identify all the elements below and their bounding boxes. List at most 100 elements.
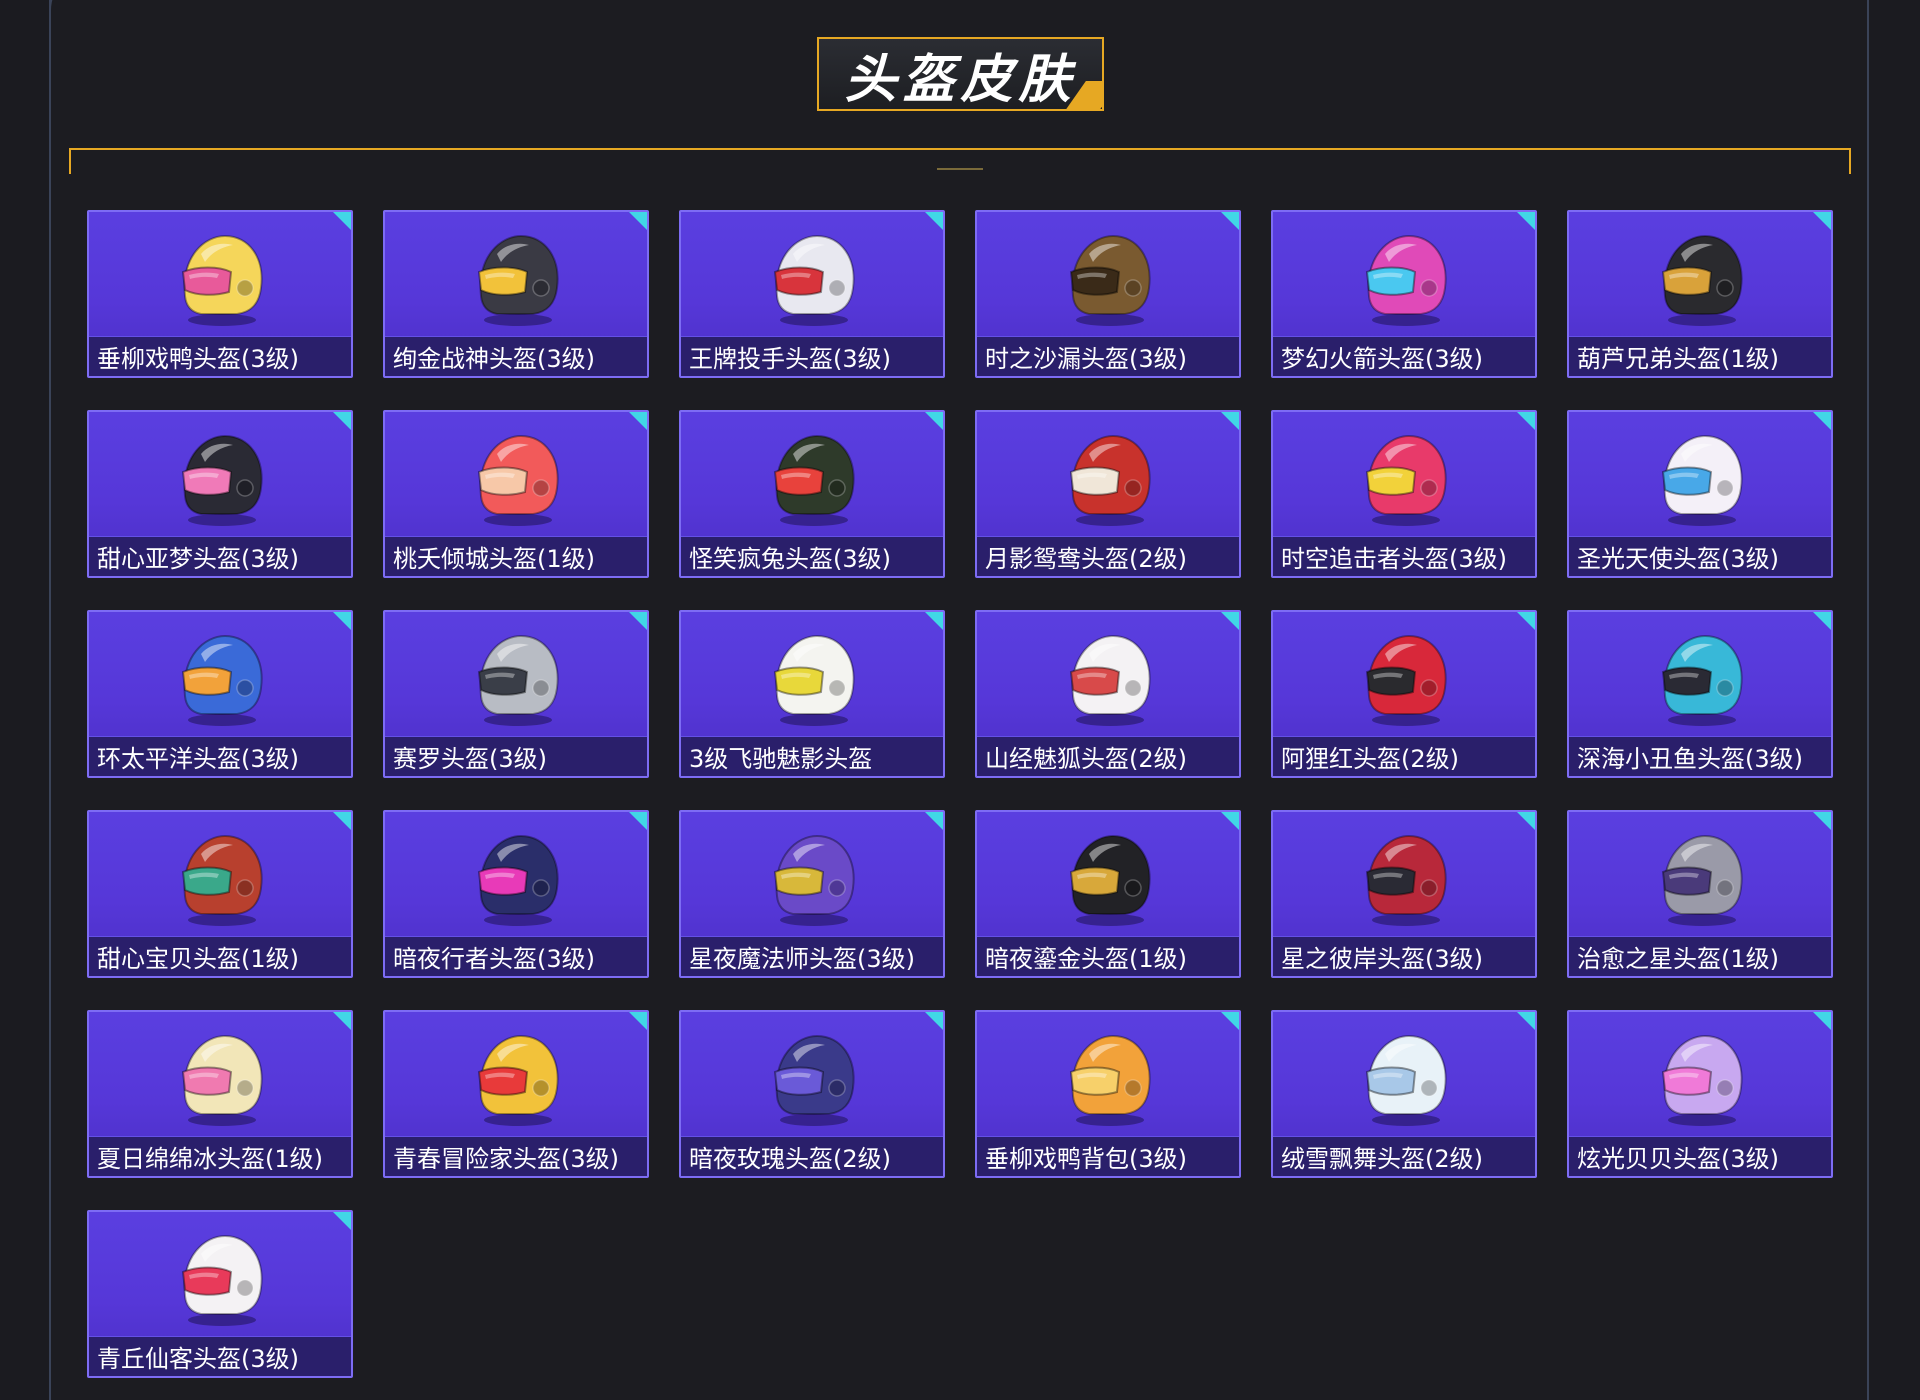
skin-name: 炫光贝贝头盔(3级) xyxy=(1577,1145,1779,1173)
skin-card[interactable]: 月影鸳鸯头盔(2级) xyxy=(975,410,1241,578)
skin-name: 绚金战神头盔(3级) xyxy=(393,345,595,373)
card-corner-marker xyxy=(629,812,647,830)
card-label-bar: 青春冒险家头盔(3级) xyxy=(385,1136,647,1176)
skin-card[interactable]: 甜心亚梦头盔(3级) xyxy=(87,410,353,578)
card-corner-marker xyxy=(1813,412,1831,430)
skin-card[interactable]: 治愈之星头盔(1级) xyxy=(1567,810,1833,978)
skin-name: 3级飞驰魅影头盔 xyxy=(689,745,873,773)
rocket-helmet-icon xyxy=(1365,234,1447,326)
card-corner-marker xyxy=(333,1012,351,1030)
card-corner-marker xyxy=(1221,412,1239,430)
skins-panel: 垂柳戏鸭头盔(3级) 绚金战神头盔(3级) 王牌投手头盔(3级) 时之沙漏头盔(3级)… xyxy=(69,148,1851,1400)
card-label-bar: 垂柳戏鸭背包(3级) xyxy=(977,1136,1239,1176)
skin-name: 深海小丑鱼头盔(3级) xyxy=(1577,745,1803,773)
skin-grid: 垂柳戏鸭头盔(3级) 绚金战神头盔(3级) 王牌投手头盔(3级) 时之沙漏头盔(3级)… xyxy=(87,210,1833,1378)
card-label-bar: 绒雪飘舞头盔(2级) xyxy=(1273,1136,1535,1176)
skin-card[interactable]: 圣光天使头盔(3级) xyxy=(1567,410,1833,578)
card-label-bar: 山经魅狐头盔(2级) xyxy=(977,736,1239,776)
skin-card[interactable]: 葫芦兄弟头盔(1级) xyxy=(1567,210,1833,378)
skin-card[interactable]: 3级飞驰魅影头盔 xyxy=(679,610,945,778)
card-label-bar: 暗夜玫瑰头盔(2级) xyxy=(681,1136,943,1176)
skin-card[interactable]: 赛罗头盔(3级) xyxy=(383,610,649,778)
skin-card[interactable]: 星之彼岸头盔(3级) xyxy=(1271,810,1537,978)
red-fox-helmet-icon xyxy=(1365,634,1447,726)
skin-card[interactable]: 王牌投手头盔(3级) xyxy=(679,210,945,378)
skin-name: 星之彼岸头盔(3级) xyxy=(1281,945,1483,973)
skin-name: 青丘仙客头盔(3级) xyxy=(97,1345,299,1373)
skin-name: 青春冒险家头盔(3级) xyxy=(393,1145,619,1173)
black-gold-helmet-icon xyxy=(1069,834,1151,926)
skin-name: 环太平洋头盔(3级) xyxy=(97,745,299,773)
skin-card[interactable]: 暗夜玫瑰头盔(2级) xyxy=(679,1010,945,1178)
card-label-bar: 暗夜行者头盔(3级) xyxy=(385,936,647,976)
skin-card[interactable]: 青春冒险家头盔(3级) xyxy=(383,1010,649,1178)
skin-name: 梦幻火箭头盔(3级) xyxy=(1281,345,1483,373)
skin-card[interactable]: 时之沙漏头盔(3级) xyxy=(975,210,1241,378)
card-corner-marker xyxy=(333,212,351,230)
skin-name: 时之沙漏头盔(3级) xyxy=(985,345,1187,373)
night-rose-helmet-icon xyxy=(773,1034,855,1126)
card-corner-marker xyxy=(925,1012,943,1030)
card-label-bar: 赛罗头盔(3级) xyxy=(385,736,647,776)
card-label-bar: 绚金战神头盔(3级) xyxy=(385,336,647,376)
page-title-badge: 头盔皮肤 xyxy=(817,37,1104,111)
skin-card[interactable]: 炫光贝贝头盔(3级) xyxy=(1567,1010,1833,1178)
wizard-helmet-icon xyxy=(773,834,855,926)
fox-helmet-icon xyxy=(1069,634,1151,726)
skin-card[interactable]: 暗夜鎏金头盔(1级) xyxy=(975,810,1241,978)
phantom-helmet-icon xyxy=(773,634,855,726)
skin-name: 圣光天使头盔(3级) xyxy=(1577,545,1779,573)
angel-helmet-icon xyxy=(1661,434,1743,526)
skin-card[interactable]: 深海小丑鱼头盔(3级) xyxy=(1567,610,1833,778)
skin-card[interactable]: 桃夭倾城头盔(1级) xyxy=(383,410,649,578)
skin-card[interactable]: 梦幻火箭头盔(3级) xyxy=(1271,210,1537,378)
skin-card[interactable]: 山经魅狐头盔(2级) xyxy=(975,610,1241,778)
skin-card[interactable]: 星夜魔法师头盔(3级) xyxy=(679,810,945,978)
skin-name: 山经魅狐头盔(2级) xyxy=(985,745,1187,773)
gourd-helmet-icon xyxy=(1661,234,1743,326)
card-corner-marker xyxy=(925,612,943,630)
mandarin-duck-helmet-icon xyxy=(1069,434,1151,526)
card-corner-marker xyxy=(333,412,351,430)
skin-card[interactable]: 夏日绵绵冰头盔(1级) xyxy=(87,1010,353,1178)
skin-card[interactable]: 甜心宝贝头盔(1级) xyxy=(87,810,353,978)
skin-card[interactable]: 怪笑疯兔头盔(3级) xyxy=(679,410,945,578)
dazzle-bear-helmet-icon xyxy=(1661,1034,1743,1126)
skin-name: 阿狸红头盔(2级) xyxy=(1281,745,1459,773)
card-label-bar: 暗夜鎏金头盔(1级) xyxy=(977,936,1239,976)
panel-divider xyxy=(937,168,983,170)
star-shore-helmet-icon xyxy=(1365,834,1447,926)
card-corner-marker xyxy=(1221,1012,1239,1030)
card-corner-marker xyxy=(629,612,647,630)
card-corner-marker xyxy=(1813,612,1831,630)
night-walker-helmet-icon xyxy=(477,834,559,926)
skin-name: 赛罗头盔(3级) xyxy=(393,745,547,773)
pacific-rim-helmet-icon xyxy=(181,634,263,726)
card-label-bar: 甜心宝贝头盔(1级) xyxy=(89,936,351,976)
card-corner-marker xyxy=(629,1012,647,1030)
skin-name: 垂柳戏鸭背包(3级) xyxy=(985,1145,1187,1173)
skin-card[interactable]: 绚金战神头盔(3级) xyxy=(383,210,649,378)
card-label-bar: 月影鸳鸯头盔(2级) xyxy=(977,536,1239,576)
skin-name: 月影鸳鸯头盔(2级) xyxy=(985,545,1187,573)
card-corner-marker xyxy=(1221,612,1239,630)
skin-card[interactable]: 青丘仙客头盔(3级) xyxy=(87,1210,353,1378)
skin-card[interactable]: 暗夜行者头盔(3级) xyxy=(383,810,649,978)
card-label-bar: 3级飞驰魅影头盔 xyxy=(681,736,943,776)
knight-helmet-icon xyxy=(477,634,559,726)
skin-name: 甜心亚梦头盔(3级) xyxy=(97,545,299,573)
skin-card[interactable]: 垂柳戏鸭背包(3级) xyxy=(975,1010,1241,1178)
card-corner-marker xyxy=(925,412,943,430)
skin-name: 夏日绵绵冰头盔(1级) xyxy=(97,1145,323,1173)
skin-card[interactable]: 垂柳戏鸭头盔(3级) xyxy=(87,210,353,378)
skin-name: 治愈之星头盔(1级) xyxy=(1577,945,1779,973)
skin-card[interactable]: 环太平洋头盔(3级) xyxy=(87,610,353,778)
clownfish-helmet-icon xyxy=(1661,634,1743,726)
duck-helmet-icon xyxy=(181,234,263,326)
skin-card[interactable]: 绒雪飘舞头盔(2级) xyxy=(1271,1010,1537,1178)
skin-card[interactable]: 时空追击者头盔(3级) xyxy=(1271,410,1537,578)
card-corner-marker xyxy=(629,212,647,230)
card-corner-marker xyxy=(1517,812,1535,830)
skin-card[interactable]: 阿狸红头盔(2级) xyxy=(1271,610,1537,778)
card-label-bar: 星之彼岸头盔(3级) xyxy=(1273,936,1535,976)
